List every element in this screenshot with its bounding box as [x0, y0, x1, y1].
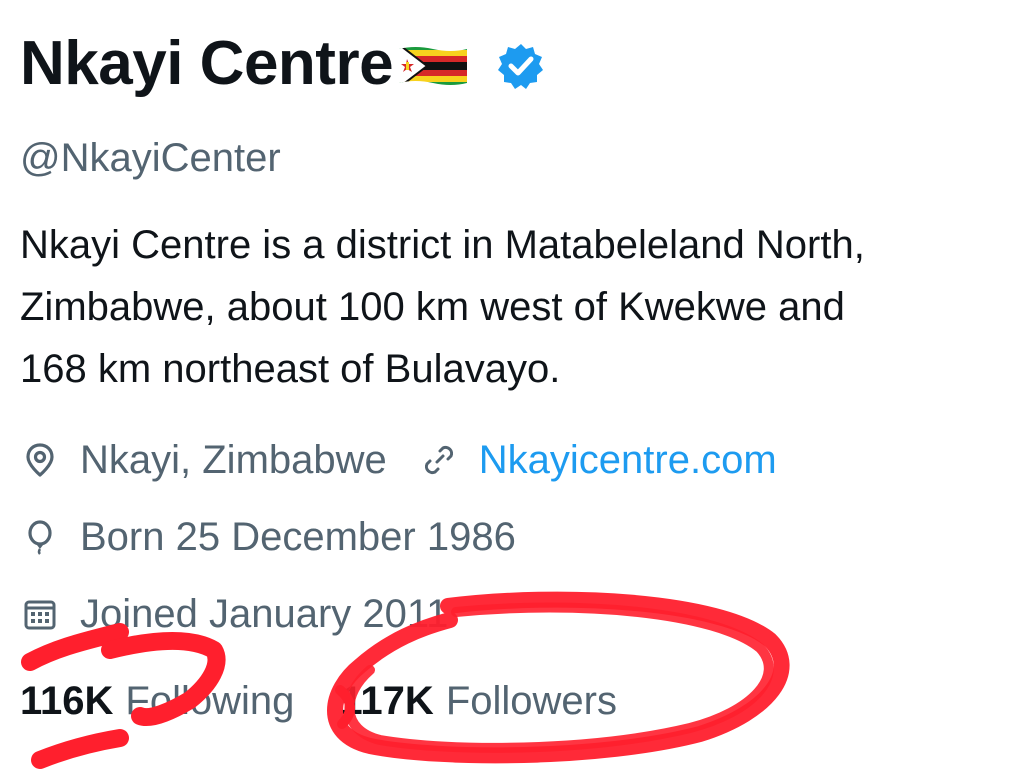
bio-line: 168 km northeast of Bulavayo.	[20, 347, 561, 391]
profile-header: Nkayi Centre @NkayiCenter Nkayi Centre i…	[0, 0, 1019, 772]
location-row: Nkayi, Zimbabwe Nkayicentre.com	[22, 436, 777, 484]
bio-line: Nkayi Centre is a district in Matabelela…	[20, 223, 865, 267]
display-name: Nkayi Centre	[20, 29, 394, 98]
link-icon	[421, 442, 457, 478]
balloon-icon	[22, 519, 58, 555]
followers-count: 117K	[340, 679, 434, 723]
joined-text: Joined January 2011	[80, 592, 449, 636]
calendar-icon	[22, 596, 58, 632]
followers-link[interactable]: 117K Followers	[340, 676, 617, 726]
profile-bio: Nkayi Centre is a district in Matabelela…	[20, 214, 1019, 400]
location-pin-icon	[22, 442, 58, 478]
profile-handle: @NkayiCenter	[20, 136, 281, 180]
following-label: Following	[125, 679, 295, 723]
birthday-text: Born 25 December 1986	[80, 515, 516, 559]
name-row: Nkayi Centre	[20, 22, 545, 106]
following-count: 116K	[20, 679, 114, 723]
bio-line: Zimbabwe, about 100 km west of Kwekwe an…	[20, 285, 845, 329]
follow-stats: 116K Following 117K Followers	[20, 676, 617, 726]
zimbabwe-flag-icon	[397, 43, 469, 89]
joined-row: Joined January 2011	[22, 590, 448, 638]
location-text: Nkayi, Zimbabwe	[80, 438, 387, 482]
following-link[interactable]: 116K Following	[20, 676, 294, 726]
birthday-row: Born 25 December 1986	[22, 513, 516, 561]
verified-badge-icon[interactable]	[497, 42, 545, 90]
followers-label: Followers	[445, 679, 617, 723]
website-link[interactable]: Nkayicentre.com	[479, 436, 777, 484]
